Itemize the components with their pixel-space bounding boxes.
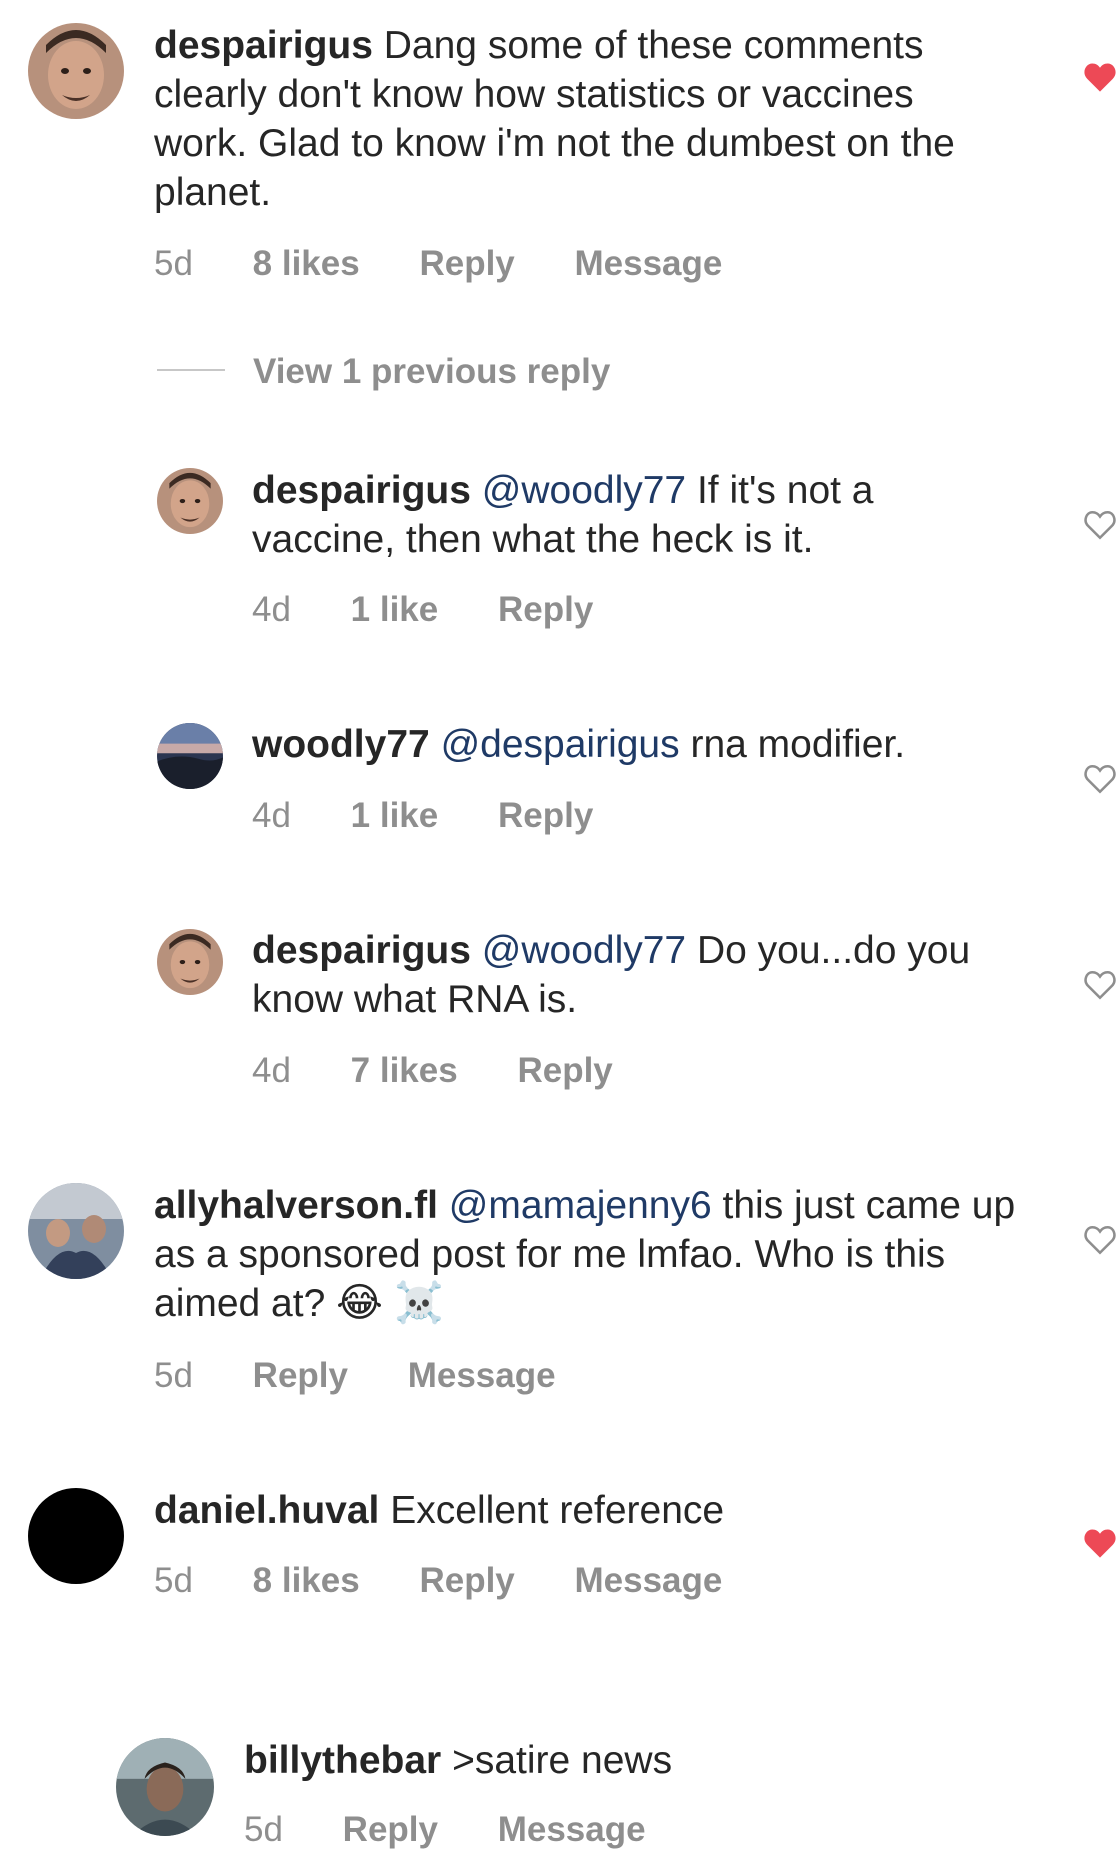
timestamp: 5d	[244, 1810, 283, 1849]
mention-link[interactable]: @woodly77	[482, 469, 686, 512]
heart-filled-icon[interactable]	[1083, 1526, 1117, 1562]
username[interactable]: despairigus	[252, 929, 471, 972]
mention-link[interactable]: @woodly77	[482, 929, 686, 972]
likes-count[interactable]: 8 likes	[253, 1561, 360, 1601]
reply-button[interactable]: Reply	[343, 1810, 438, 1850]
likes-count[interactable]: 7 likes	[351, 1051, 458, 1091]
comment-actions: 5d 8 likes Reply Message	[154, 244, 772, 284]
likes-count[interactable]: 1 like	[351, 590, 439, 630]
message-button[interactable]: Message	[575, 244, 723, 284]
reply-button[interactable]: Reply	[517, 1051, 612, 1091]
timestamp: 4d	[252, 796, 291, 835]
heart-outline-icon[interactable]	[1083, 761, 1117, 797]
message-button[interactable]: Message	[575, 1561, 723, 1601]
timestamp: 5d	[154, 1561, 193, 1600]
message-button[interactable]: Message	[498, 1810, 646, 1850]
username[interactable]: billythebar	[244, 1739, 441, 1782]
reply-button[interactable]: Reply	[253, 1356, 348, 1396]
username[interactable]: despairigus	[252, 469, 471, 512]
likes-count[interactable]: 1 like	[351, 796, 439, 836]
reply-button[interactable]: Reply	[498, 590, 593, 630]
message-button[interactable]: Message	[408, 1356, 556, 1396]
heart-outline-icon[interactable]	[1083, 967, 1117, 1003]
avatar[interactable]	[157, 723, 223, 789]
username[interactable]: woodly77	[252, 723, 430, 766]
heart-outline-icon[interactable]	[1083, 507, 1117, 543]
heart-filled-icon[interactable]	[1083, 60, 1117, 96]
mention-link[interactable]: @mamajenny6	[449, 1184, 712, 1227]
comment-actions: 4d 1 like Reply	[252, 796, 643, 836]
comment-actions: 4d 7 likes Reply	[252, 1051, 663, 1091]
heart-outline-icon[interactable]	[1083, 1222, 1117, 1258]
reply-button[interactable]: Reply	[419, 244, 514, 284]
comment-actions: 5d Reply Message	[154, 1356, 606, 1396]
avatar[interactable]	[157, 468, 223, 534]
avatar[interactable]	[28, 1488, 124, 1584]
reply-button[interactable]: Reply	[419, 1561, 514, 1601]
avatar[interactable]	[28, 1183, 124, 1279]
comment-actions: 5d 8 likes Reply Message	[154, 1561, 772, 1601]
comment-text: rna modifier.	[690, 723, 906, 766]
timestamp: 5d	[154, 244, 193, 283]
emoji-laughing-skull-icon: 😂 ☠️	[336, 1281, 444, 1325]
comment-text: Excellent reference	[390, 1489, 725, 1532]
reply-button[interactable]: Reply	[498, 796, 593, 836]
avatar[interactable]	[28, 23, 124, 119]
username[interactable]: despairigus	[154, 24, 373, 67]
view-previous-replies-button[interactable]: View 1 previous reply	[157, 352, 610, 392]
avatar[interactable]	[116, 1738, 214, 1836]
comment-text: >satire news	[452, 1739, 673, 1782]
username[interactable]: allyhalverson.fl	[154, 1184, 438, 1227]
timestamp: 4d	[252, 590, 291, 629]
comment-actions: 4d 1 like Reply	[252, 590, 643, 630]
divider	[157, 368, 225, 371]
timestamp: 5d	[154, 1356, 193, 1395]
avatar[interactable]	[157, 929, 223, 995]
comment-actions: 5d Reply Message	[244, 1810, 696, 1850]
username[interactable]: daniel.huval	[154, 1489, 379, 1532]
timestamp: 4d	[252, 1051, 291, 1090]
likes-count[interactable]: 8 likes	[253, 244, 360, 284]
mention-link[interactable]: @despairigus	[441, 723, 680, 766]
